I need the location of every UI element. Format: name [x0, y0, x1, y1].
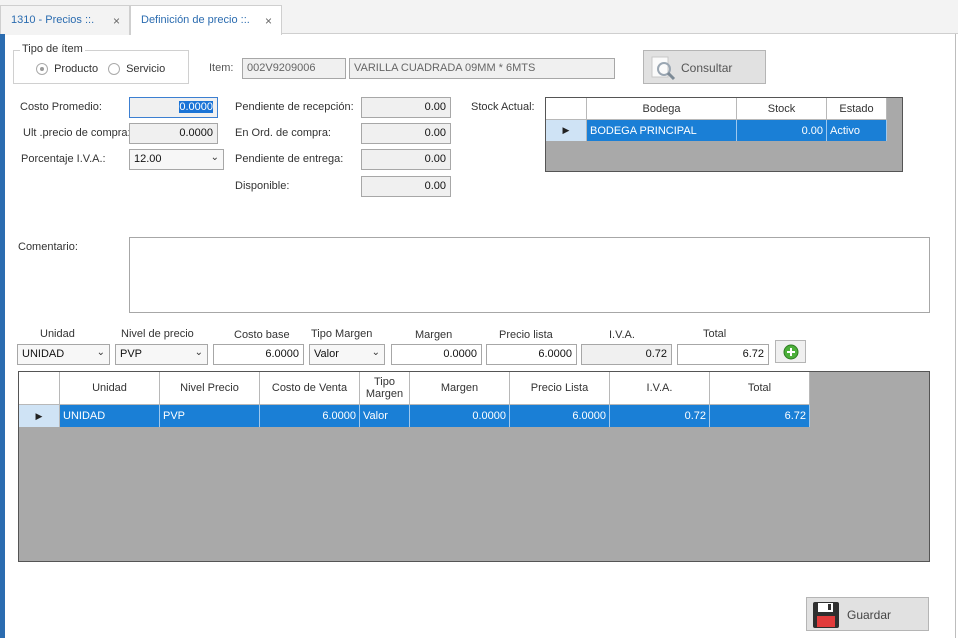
radio-producto[interactable]: Producto [36, 63, 99, 76]
margen-input[interactable]: 0.0000 [391, 344, 482, 365]
radio-servicio[interactable]: Servicio [108, 63, 166, 76]
tipo-margen-select[interactable]: Valor ⌄ [309, 344, 385, 365]
disponible-field[interactable]: 0.00 [361, 176, 451, 197]
item-description-field[interactable]: VARILLA CUADRADA 09MM * 6MTS [349, 58, 615, 79]
entry-header-nivel: Nivel de precio [121, 328, 194, 340]
ult-precio-label: Ult .precio de compra: [23, 127, 131, 139]
unidad-value: UNIDAD [22, 348, 65, 360]
item-code-field[interactable]: 002V9209006 [242, 58, 346, 79]
precios-header-iva[interactable]: I.V.A. [610, 372, 710, 405]
entry-header-tipo-margen: Tipo Margen [311, 328, 373, 340]
precios-cell-tipo-margen[interactable]: Valor [360, 405, 410, 427]
pendiente-entrega-field[interactable]: 0.00 [361, 149, 451, 170]
precios-cell-precio-lista[interactable]: 6.0000 [510, 405, 610, 427]
ult-precio-field[interactable]: 0.0000 [129, 123, 218, 144]
consultar-label: Consultar [681, 61, 733, 75]
precios-header-costo-venta[interactable]: Costo de Venta [260, 372, 360, 405]
precios-header-total[interactable]: Total [710, 372, 810, 405]
entry-header-total: Total [703, 328, 727, 340]
radio-selected-icon [36, 63, 48, 76]
costo-base-input[interactable]: 6.0000 [213, 344, 304, 365]
pendiente-entrega-label: Pendiente de entrega: [235, 153, 344, 165]
pendiente-recepcion-label: Pendiente de recepción: [235, 101, 354, 113]
item-label: Item: [209, 62, 234, 74]
precios-grid-corner [19, 372, 60, 405]
entry-header-margen: Margen [415, 329, 453, 341]
entry-header-unidad: Unidad [40, 328, 75, 340]
stock-cell-estado[interactable]: Activo [827, 120, 887, 141]
precios-header-nivel[interactable]: Nivel Precio [160, 372, 260, 405]
guardar-label: Guardar [847, 608, 892, 622]
add-price-button[interactable] [775, 340, 806, 363]
tipo-item-title: Tipo de ítem [20, 43, 85, 55]
tab-definicion-precio[interactable]: Definición de precio ::. × [130, 5, 282, 35]
radio-producto-label: Producto [54, 63, 99, 75]
stock-header-estado[interactable]: Estado [827, 98, 887, 120]
entry-header-costo-base: Costo base [234, 329, 290, 341]
close-icon[interactable]: × [265, 14, 272, 28]
stock-grid[interactable]: Bodega Stock Estado ▶ BODEGA PRINCIPAL 0… [545, 97, 903, 172]
radio-servicio-label: Servicio [126, 63, 166, 75]
precios-cell-iva[interactable]: 0.72 [610, 405, 710, 427]
stock-cell-stock[interactable]: 0.00 [737, 120, 827, 141]
close-icon[interactable]: × [113, 14, 120, 28]
nivel-precio-value: PVP [120, 348, 143, 360]
comentario-label: Comentario: [18, 241, 78, 253]
stock-header-stock[interactable]: Stock [737, 98, 827, 120]
precios-header-tipo-margen[interactable]: Tipo Margen [360, 372, 410, 405]
precios-cell-nivel[interactable]: PVP [160, 405, 260, 427]
tab-precios[interactable]: 1310 - Precios ::. × [0, 5, 130, 35]
disponible-label: Disponible: [235, 180, 290, 192]
costo-promedio-field[interactable]: 0.0000 [129, 97, 218, 118]
stock-actual-label: Stock Actual: [471, 101, 535, 113]
orden-compra-field[interactable]: 0.00 [361, 123, 451, 144]
tab-label: 1310 - Precios ::. [11, 14, 95, 26]
precios-grid[interactable]: Unidad Nivel Precio Costo de Venta Tipo … [18, 371, 930, 562]
total-input[interactable]: 6.72 [677, 344, 769, 365]
precios-cell-unidad[interactable]: UNIDAD [60, 405, 160, 427]
magnifier-icon [651, 56, 676, 81]
entry-header-iva: I.V.A. [609, 329, 635, 341]
precios-header-precio-lista[interactable]: Precio Lista [510, 372, 610, 405]
tipo-margen-value: Valor [314, 348, 339, 360]
consultar-button[interactable]: Consultar [643, 50, 766, 84]
row-indicator-icon[interactable]: ▶ [19, 405, 60, 427]
add-circle-icon [783, 344, 799, 360]
chevron-down-icon: ⌄ [210, 152, 219, 163]
orden-compra-label: En Ord. de compra: [235, 127, 331, 139]
precio-lista-input[interactable]: 6.0000 [486, 344, 577, 365]
iva-porcentaje-select[interactable]: 12.00 ⌄ [129, 149, 224, 170]
chevron-down-icon: ⌄ [194, 347, 203, 358]
pendiente-recepcion-field[interactable]: 0.00 [361, 97, 451, 118]
entry-header-precio-lista: Precio lista [499, 329, 553, 341]
precios-cell-margen[interactable]: 0.0000 [410, 405, 510, 427]
stock-cell-bodega[interactable]: BODEGA PRINCIPAL [587, 120, 737, 141]
chevron-down-icon: ⌄ [371, 347, 380, 358]
precios-cell-total[interactable]: 6.72 [710, 405, 810, 427]
row-indicator-icon[interactable]: ▶ [546, 120, 587, 141]
precios-header-margen[interactable]: Margen [410, 372, 510, 405]
stock-grid-corner [546, 98, 587, 120]
left-accent-bar [0, 34, 5, 638]
radio-unselected-icon [108, 63, 120, 76]
precios-cell-costo-venta[interactable]: 6.0000 [260, 405, 360, 427]
iva-porcentaje-label: Porcentaje I.V.A.: [21, 153, 106, 165]
tab-label: Definición de precio ::. [141, 14, 250, 26]
nivel-precio-select[interactable]: PVP ⌄ [115, 344, 208, 365]
iva-porcentaje-value: 12.00 [134, 153, 162, 165]
costo-promedio-label: Costo Promedio: [20, 101, 102, 113]
comentario-textarea[interactable] [129, 237, 930, 313]
stock-header-bodega[interactable]: Bodega [587, 98, 737, 120]
unidad-select[interactable]: UNIDAD ⌄ [17, 344, 110, 365]
floppy-disk-icon [813, 602, 839, 628]
costo-promedio-value: 0.0000 [179, 101, 213, 113]
right-divider [955, 34, 956, 638]
chevron-down-icon: ⌄ [96, 347, 105, 358]
tab-bar: 1310 - Precios ::. × Definición de preci… [0, 0, 958, 35]
guardar-button[interactable]: Guardar [806, 597, 929, 631]
iva-input[interactable]: 0.72 [581, 344, 672, 365]
precios-header-unidad[interactable]: Unidad [60, 372, 160, 405]
